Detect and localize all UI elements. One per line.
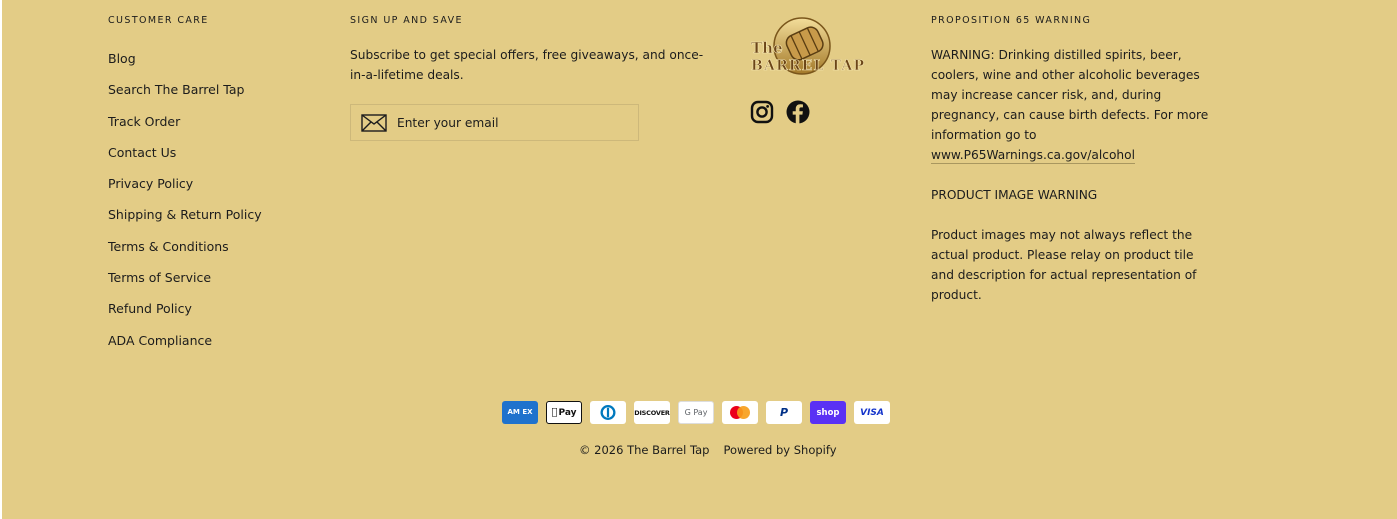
- prop65-heading: PROPOSITION 65 WARNING: [931, 15, 1092, 26]
- prop65-warning-text: WARNING: Drinking distilled spirits, bee…: [931, 48, 1209, 142]
- customer-care-links: Blog Search The Barrel Tap Track Order C…: [108, 49, 262, 362]
- logo-text-bottom: BARREL TAP: [751, 58, 864, 74]
- shop-pay-icon: shop: [810, 401, 846, 424]
- social-links: [750, 100, 810, 124]
- apple-pay-label: Pay: [555, 407, 576, 418]
- barrel-tap-logo[interactable]: The BARREL TAP: [748, 14, 868, 80]
- footer-link-track-order[interactable]: Track Order: [108, 112, 262, 143]
- footer-link-ada[interactable]: ADA Compliance: [108, 331, 262, 362]
- footer-link-terms-service[interactable]: Terms of Service: [108, 268, 262, 299]
- footer-link-shipping-return[interactable]: Shipping & Return Policy: [108, 205, 262, 236]
- copyright-bar: © 2026 The Barrel Tap Powered by Shopify: [579, 440, 837, 460]
- customer-care-heading: CUSTOMER CARE: [108, 15, 209, 26]
- email-input[interactable]: [395, 114, 629, 131]
- paypal-icon: P: [766, 401, 802, 424]
- payment-icons: AM EX Pay DISCOVER G Pay P shop VISA: [502, 401, 890, 424]
- instagram-icon[interactable]: [750, 100, 774, 124]
- footer-link-search[interactable]: Search The Barrel Tap: [108, 80, 262, 111]
- discover-icon: DISCOVER: [634, 401, 670, 424]
- copyright-text[interactable]: © 2026 The Barrel Tap: [579, 443, 709, 457]
- visa-icon: VISA: [854, 401, 890, 424]
- footer-link-refund[interactable]: Refund Policy: [108, 299, 262, 330]
- envelope-icon[interactable]: [361, 113, 387, 132]
- google-pay-icon: G Pay: [678, 401, 714, 424]
- site-footer: CUSTOMER CARE Blog Search The Barrel Tap…: [2, 0, 1397, 519]
- prop65-warning: WARNING: Drinking distilled spirits, bee…: [931, 45, 1211, 165]
- amex-icon: AM EX: [502, 401, 538, 424]
- product-image-warning-heading: PRODUCT IMAGE WARNING: [931, 188, 1098, 202]
- signup-heading: SIGN UP AND SAVE: [350, 15, 463, 26]
- footer-link-blog[interactable]: Blog: [108, 49, 262, 80]
- logo-text-top: The: [751, 39, 783, 57]
- footer-link-terms-conditions[interactable]: Terms & Conditions: [108, 237, 262, 268]
- diners-club-icon: [590, 401, 626, 424]
- newsletter-form: [350, 104, 639, 141]
- product-image-warning-text: Product images may not always reflect th…: [931, 228, 1197, 302]
- p65-warnings-link[interactable]: www.P65Warnings.ca.gov/alcohol: [931, 148, 1135, 164]
- apple-pay-icon: Pay: [546, 401, 582, 424]
- powered-by-shopify-link[interactable]: Powered by Shopify: [723, 443, 836, 457]
- footer-link-privacy[interactable]: Privacy Policy: [108, 174, 262, 205]
- footer-link-contact[interactable]: Contact Us: [108, 143, 262, 174]
- mastercard-icon: [722, 401, 758, 424]
- signup-description: Subscribe to get special offers, free gi…: [350, 48, 704, 82]
- facebook-icon[interactable]: [786, 100, 810, 124]
